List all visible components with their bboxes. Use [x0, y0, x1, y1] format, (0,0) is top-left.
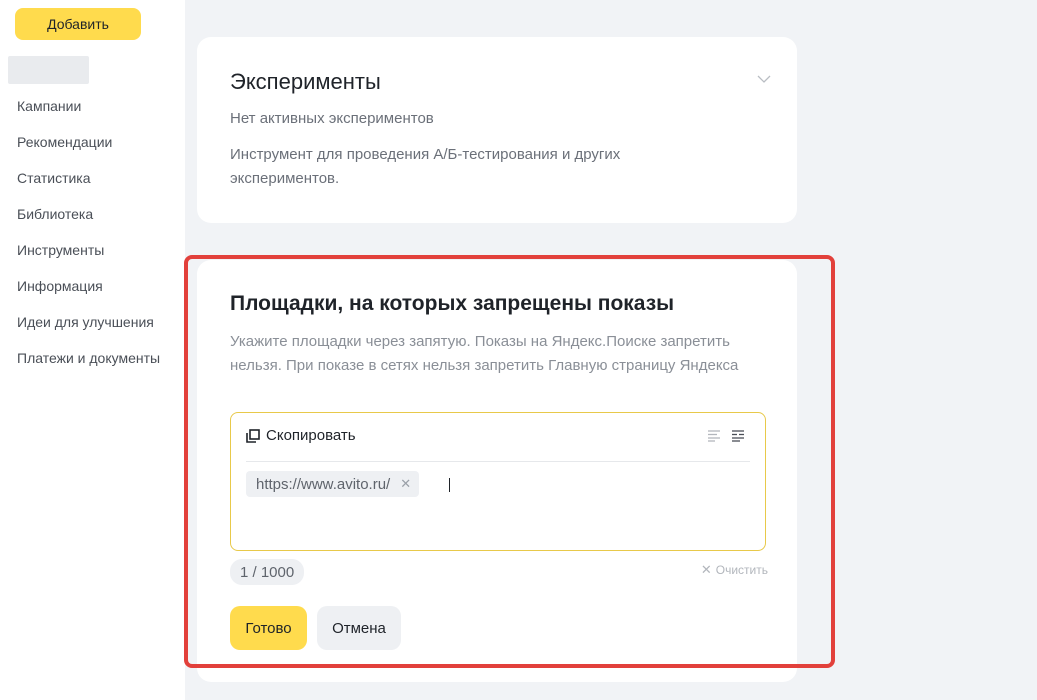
experiments-status: Нет активных экспериментов — [230, 110, 434, 127]
blocked-sites-input[interactable]: Скопировать https://www.avito.ru/ ✕ — [230, 412, 766, 551]
sidebar-item-payments[interactable]: Платежи и документы — [17, 348, 177, 368]
editor-divider — [246, 461, 750, 462]
add-button[interactable]: Добавить — [15, 8, 141, 40]
sidebar-item-statistics[interactable]: Статистика — [17, 168, 177, 188]
blocked-sites-card: Площадки, на которых запрещены показы Ук… — [197, 260, 797, 682]
sidebar-item-recommendations[interactable]: Рекомендации — [17, 132, 177, 152]
copy-button[interactable]: Скопировать — [246, 427, 356, 444]
sites-counter: 1 / 1000 — [230, 559, 305, 585]
site-tag-label: https://www.avito.ru/ — [256, 475, 391, 493]
blocked-sites-description: Укажите площадки через запятую. Показы н… — [230, 333, 739, 374]
site-tag: https://www.avito.ru/ ✕ — [246, 471, 420, 497]
account-avatar-blurred — [8, 56, 89, 84]
sidebar-item-information[interactable]: Информация — [17, 276, 177, 296]
clear-label: Очистить — [715, 563, 768, 577]
chevron-down-icon[interactable] — [757, 74, 771, 84]
remove-tag-icon[interactable]: ✕ — [400, 476, 411, 492]
copy-icon — [246, 428, 260, 443]
sidebar: Добавить Кампании Рекомендации Статистик… — [0, 0, 185, 700]
sidebar-item-campaigns[interactable]: Кампании — [17, 96, 177, 116]
blocked-sites-title: Площадки, на которых запрещены показы — [230, 292, 675, 315]
cancel-button[interactable]: Отмена — [317, 606, 401, 650]
text-cursor — [449, 478, 450, 492]
copy-label: Скопировать — [266, 427, 356, 444]
experiments-card: Эксперименты Нет активных экспериментов … — [197, 37, 797, 223]
list-view-icon[interactable] — [707, 429, 721, 442]
close-icon: ✕ — [700, 562, 712, 577]
tags-view-icon[interactable] — [731, 429, 745, 442]
experiments-description: Инструмент для проведения А/Б-тестирован… — [230, 146, 621, 187]
clear-button[interactable]: ✕ Очистить — [701, 562, 768, 578]
experiments-title: Эксперименты — [230, 69, 381, 94]
sidebar-item-library[interactable]: Библиотека — [17, 204, 177, 224]
sidebar-nav: Кампании Рекомендации Статистика Библиот… — [17, 96, 177, 384]
sidebar-item-tools[interactable]: Инструменты — [17, 240, 177, 260]
sidebar-item-ideas[interactable]: Идеи для улучшения — [17, 312, 177, 332]
done-button[interactable]: Готово — [230, 606, 307, 650]
view-mode-switch — [707, 429, 745, 442]
